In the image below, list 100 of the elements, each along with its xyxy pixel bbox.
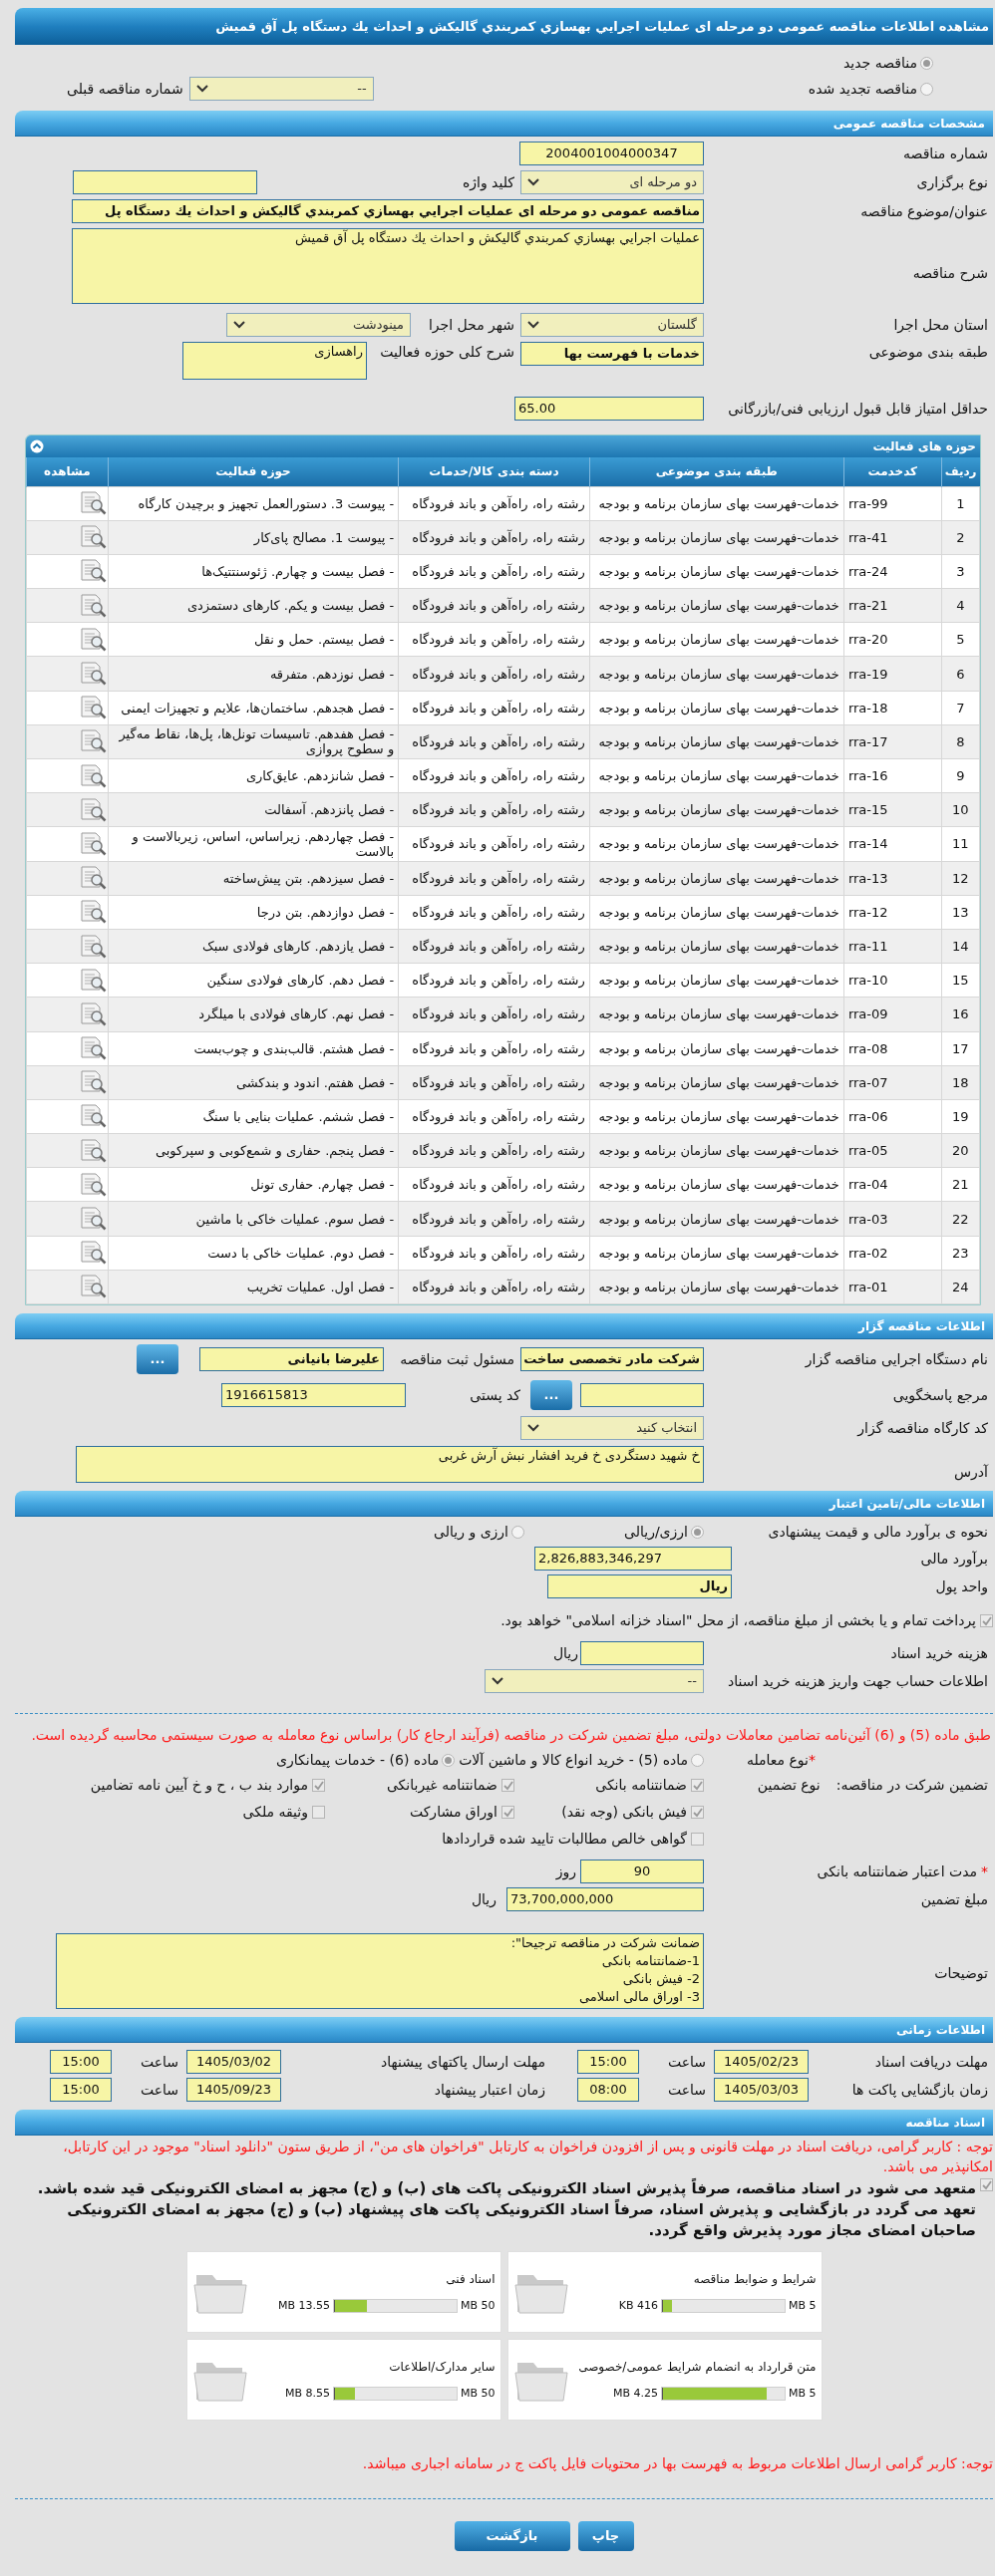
input-field[interactable]: 65.00: [514, 397, 704, 421]
table-cell: rra-41: [843, 520, 942, 555]
max-size: 5 MB: [788, 2297, 817, 2314]
table-cell: 11: [941, 826, 980, 862]
table-cell: 2: [941, 520, 980, 555]
field-label: اوراق مشارکت: [409, 1803, 498, 1823]
checkbox[interactable]: [691, 1779, 704, 1792]
input-field[interactable]: [580, 1383, 704, 1407]
radio-button[interactable]: [691, 1526, 704, 1539]
browse-button[interactable]: ...: [137, 1344, 178, 1374]
select-field[interactable]: دو مرحله ای: [520, 170, 704, 194]
table-cell: رشته راه، راه‌آهن و باند فرودگاه: [398, 963, 590, 998]
input-field[interactable]: 90: [580, 1860, 704, 1883]
input-field[interactable]: علیرضا بانیانی: [199, 1347, 384, 1371]
column-header: طبقه بندی موضوعی: [589, 457, 844, 486]
field-label: توضیحات: [933, 1964, 989, 1984]
column-header: کدخدمت: [843, 457, 942, 486]
checkbox[interactable]: [312, 1806, 325, 1819]
table-cell: 10: [941, 792, 980, 827]
table-cell: - فصل سوم. عملیات خاکی با ماشین: [108, 1201, 399, 1237]
checkbox[interactable]: [980, 1614, 993, 1627]
radio-button[interactable]: [920, 57, 933, 70]
radio-button[interactable]: [442, 1754, 456, 1767]
input-field[interactable]: ریال: [547, 1574, 732, 1598]
select-field[interactable]: --: [188, 77, 374, 101]
table-cell: rra-99: [843, 486, 942, 521]
section-header: اطلاعات مناقصه گزار: [15, 1313, 993, 1338]
table-cell: - فصل شانزدهم. عایق‌کاری: [108, 758, 399, 793]
input-field[interactable]: خدمات با فهرست بها: [520, 342, 704, 366]
table-cell: rra-12: [843, 895, 942, 930]
table-cell: خدمات-فهرست بهای سازمان برنامه و بودجه: [589, 622, 844, 657]
table-cell: - فصل پنجم. حفاری و شمع‌کوبی و سپرکوبی: [108, 1133, 399, 1168]
collapse-icon[interactable]: [30, 439, 44, 453]
table-cell: - پیوست 1. مصالح پای‌کار: [108, 520, 399, 555]
input-field[interactable]: شرکت مادر تخصصی ساخت: [520, 1347, 704, 1371]
file-size: 4.25 MB: [612, 2385, 658, 2402]
input-field[interactable]: 2,826,883,346,297: [534, 1547, 732, 1571]
input-field[interactable]: مناقصه عمومی دو مرحله ای عملیات اجرایي بهسازي کمربندي گالیکش و احداث یك دستگاه پل: [72, 199, 704, 223]
input-field[interactable]: [73, 170, 257, 194]
select-field[interactable]: مینودشت: [226, 313, 411, 337]
input-field[interactable]: 1916615813: [221, 1383, 406, 1407]
select-field[interactable]: --: [485, 1669, 704, 1693]
table-cell: خدمات-فهرست بهای سازمان برنامه و بودجه: [589, 1270, 844, 1304]
table-cell: rra-01: [843, 1270, 942, 1304]
table-cell: - فصل اول. عملیات تخریب: [108, 1270, 399, 1304]
input-field[interactable]: 1405/03/03: [714, 2078, 809, 2102]
radio-button[interactable]: [511, 1526, 524, 1539]
field-label: گواهی خالص مطالبات تایید شده قراردادها: [442, 1830, 687, 1850]
checkbox[interactable]: [501, 1806, 514, 1819]
input-field[interactable]: 15:00: [50, 2050, 112, 2074]
checkbox[interactable]: [691, 1806, 704, 1819]
input-field[interactable]: 2004001004000347: [519, 142, 704, 165]
table-cell: rra-17: [843, 724, 942, 759]
checkbox[interactable]: [312, 1779, 325, 1792]
input-field[interactable]: 1405/09/23: [186, 2078, 281, 2102]
field-label: ساعت: [666, 2080, 707, 2100]
table-cell: rra-20: [843, 622, 942, 657]
table-cell: رشته راه، راه‌آهن و باند فرودگاه: [398, 1201, 590, 1237]
input-field[interactable]: 1405/03/02: [186, 2050, 281, 2074]
checkbox[interactable]: [980, 2178, 993, 2191]
table-cell: رشته راه، راه‌آهن و باند فرودگاه: [398, 1099, 590, 1134]
notice-text: توجه : کاربر گرامی، دریافت اسناد در مهلت قانونی و پس از افزودن فراخوان به کارتابل "فراخوان های من"، از طریق ستون "دانلود اسناد" موجود در این کارتابل، امکانپذیر می باشد.: [62, 2138, 993, 2176]
table-cell: rra-06: [843, 1099, 942, 1134]
table-cell: - پیوست 3. دستورالعمل تجهیز و برچیدن کارگاه: [108, 486, 399, 521]
table-cell: رشته راه، راه‌آهن و باند فرودگاه: [398, 997, 590, 1031]
input-field[interactable]: 1405/02/23: [714, 2050, 809, 2074]
select-field[interactable]: گلستان: [520, 313, 704, 337]
text-area[interactable]: خ شهید دستگردی خ فرید افشار نبش آرش غربی: [76, 1446, 704, 1483]
table-cell: - فصل بیستم. حمل و نقل: [108, 622, 399, 657]
input-field[interactable]: [580, 1641, 704, 1665]
input-field[interactable]: 08:00: [577, 2078, 639, 2102]
table-cell: رشته راه، راه‌آهن و باند فرودگاه: [398, 656, 590, 692]
text-area[interactable]: عملیات اجرایي بهسازي کمربندي گالیکش و احداث یك دستگاه پل آق قمیش: [72, 228, 704, 304]
action-button[interactable]: بازگشت: [454, 2521, 570, 2551]
browse-button[interactable]: ...: [530, 1380, 572, 1410]
section-header: مشخصات مناقصه عمومی: [15, 111, 993, 136]
input-field[interactable]: 15:00: [50, 2078, 112, 2102]
checkbox[interactable]: [501, 1779, 514, 1792]
action-button[interactable]: چاپ: [577, 2521, 634, 2551]
table-cell: خدمات-فهرست بهای سازمان برنامه و بودجه: [589, 1167, 844, 1202]
select-field[interactable]: انتخاب کنید: [520, 1416, 704, 1440]
field-label: استان محل اجرا: [892, 315, 989, 336]
text-area[interactable]: راهسازی: [182, 342, 367, 380]
table-cell: خدمات-فهرست بهای سازمان برنامه و بودجه: [589, 929, 844, 964]
field-label: موارد بند ب ، ح و خ آیین نامه تضامین: [90, 1776, 308, 1796]
text-area[interactable]: ضمانت شرکت در مناقصه ترجیحا": 1-ضمانتنامه بانکی 2- فیش بانکی 3- اوراق مالی اسلامی: [56, 1933, 704, 2009]
document-title: شرایط و ضوابط مناقصه: [692, 2270, 817, 2288]
input-field[interactable]: 73,700,000,000: [506, 1887, 704, 1911]
input-field[interactable]: 15:00: [577, 2050, 639, 2074]
field-label: ساعت: [666, 2052, 707, 2072]
radio-button[interactable]: [920, 83, 933, 96]
table-cell: خدمات-فهرست بهای سازمان برنامه و بودجه: [589, 1065, 844, 1100]
table-cell: - فصل بیست و چهارم. ژئوسنتتیک‌ها: [108, 554, 399, 589]
required-mark: *: [981, 1861, 988, 1881]
table-cell: 18: [941, 1065, 980, 1100]
checkbox[interactable]: [691, 1833, 704, 1846]
radio-button[interactable]: [691, 1754, 704, 1767]
column-header: مشاهده: [26, 457, 109, 486]
field-label: ساعت: [139, 2080, 179, 2100]
field-label: عنوان/موضوع مناقصه: [859, 201, 989, 222]
